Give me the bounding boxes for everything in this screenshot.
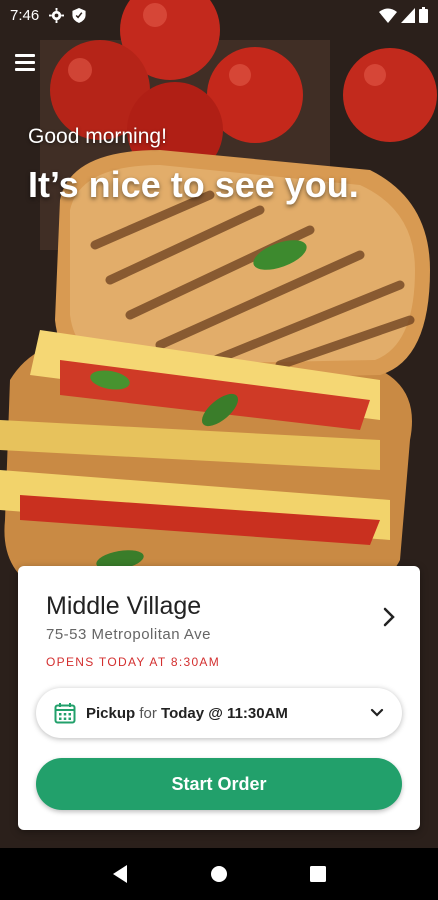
recents-icon — [310, 866, 327, 882]
location-card: Middle Village 75-53 Metropolitan Ave OP… — [18, 566, 420, 830]
start-order-button[interactable]: Start Order — [36, 758, 402, 810]
calendar-icon — [54, 703, 76, 724]
home-button[interactable] — [204, 859, 234, 889]
location-address: 75-53 Metropolitan Ave — [46, 626, 211, 643]
chevron-right-icon[interactable] — [380, 606, 398, 628]
location-name[interactable]: Middle Village — [46, 592, 201, 621]
hours-status: OPENS TODAY AT 8:30AM — [46, 655, 221, 669]
system-nav-bar — [0, 848, 438, 900]
pickup-when: Today @ 11:30AM — [161, 704, 288, 722]
hamburger-line — [15, 67, 35, 71]
pickup-summary: Pickup for Today @ 11:30AM — [86, 705, 288, 722]
home-icon — [210, 866, 227, 882]
recents-button[interactable] — [303, 859, 333, 889]
hamburger-line — [15, 53, 35, 57]
headline-text: It’s nice to see you. — [28, 164, 359, 205]
battery-icon — [419, 7, 428, 23]
back-icon — [112, 865, 127, 883]
menu-button[interactable] — [15, 50, 41, 74]
gear-icon — [49, 7, 65, 23]
pickup-connector: for — [135, 704, 162, 722]
status-time: 7:46 — [10, 6, 40, 24]
chevron-down-icon — [370, 708, 384, 717]
back-button[interactable] — [105, 859, 135, 889]
shield-icon — [72, 7, 86, 23]
pickup-time-selector[interactable]: Pickup for Today @ 11:30AM — [36, 688, 402, 738]
pickup-mode: Pickup — [86, 704, 136, 722]
hamburger-line — [15, 60, 35, 64]
greeting-text: Good morning! — [28, 125, 167, 148]
status-bar: 7:46 — [0, 0, 438, 30]
wifi-icon — [379, 8, 397, 23]
signal-icon — [401, 7, 415, 23]
